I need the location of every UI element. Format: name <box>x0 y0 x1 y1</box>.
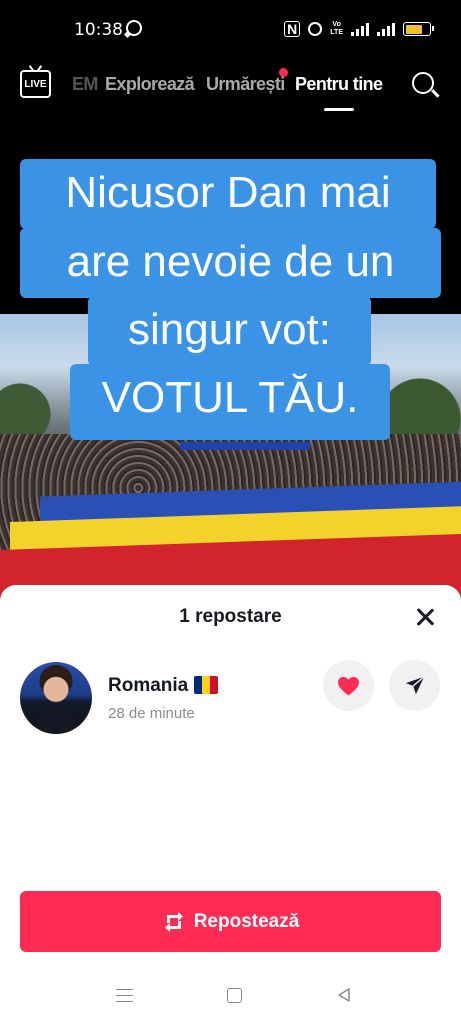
send-icon <box>405 676 425 695</box>
repost-button-label: Repostează <box>193 910 300 932</box>
home-icon[interactable] <box>227 988 242 1003</box>
reposter-name[interactable]: Romania <box>108 675 188 697</box>
video-caption-line: singur vot: <box>88 296 371 366</box>
reposter-row[interactable]: Romania 28 de minute <box>0 660 461 740</box>
repost-time: 28 de minute <box>108 705 195 722</box>
signal-icon <box>351 22 369 36</box>
notification-dot <box>279 68 288 77</box>
tab-explore[interactable]: Explorează <box>105 74 195 95</box>
battery-level <box>405 24 422 34</box>
heart-icon <box>338 676 359 696</box>
nfc-icon: N <box>284 21 301 37</box>
repost-button[interactable]: Repostează <box>20 891 441 952</box>
repost-icon <box>164 911 183 932</box>
top-nav: LIVE EM Explorează Urmărești Pentru tine <box>0 58 461 113</box>
battery-icon <box>403 22 434 36</box>
video-caption-line: VOTUL TĂU. <box>70 364 390 440</box>
tab-partial[interactable]: EM <box>72 74 98 95</box>
send-button[interactable] <box>389 660 440 711</box>
status-bar: 10:38 N Vo LTE <box>0 0 461 58</box>
status-icons: N Vo LTE <box>284 18 434 40</box>
video-eu-flag <box>180 442 310 450</box>
menu-icon[interactable] <box>116 989 133 1002</box>
status-time: 10:38 <box>74 20 123 40</box>
whatsapp-icon <box>126 20 142 36</box>
live-label: LIVE <box>24 78 47 90</box>
tab-following[interactable]: Urmărești <box>206 74 285 95</box>
volte-icon: Vo LTE <box>330 21 343 36</box>
like-button[interactable] <box>323 660 374 711</box>
close-icon[interactable] <box>414 606 436 628</box>
back-icon[interactable] <box>336 987 352 1003</box>
repost-sheet: 1 repostare Romania 28 de minute Reposte… <box>0 585 461 1024</box>
active-tab-indicator <box>324 108 354 111</box>
alarm-icon <box>308 22 323 36</box>
5g-signal-icon <box>377 22 395 36</box>
romania-flag-icon <box>194 676 218 694</box>
sheet-title: 1 repostare <box>179 606 282 627</box>
tab-for-you[interactable]: Pentru tine <box>295 74 383 95</box>
live-icon[interactable]: LIVE <box>20 70 51 98</box>
video-caption-line: Nicusor Dan mai <box>20 159 436 229</box>
android-nav-bar <box>0 970 461 1024</box>
search-icon[interactable] <box>412 72 434 94</box>
avatar[interactable] <box>20 662 92 734</box>
video-caption-line: are nevoie de un <box>20 228 441 298</box>
